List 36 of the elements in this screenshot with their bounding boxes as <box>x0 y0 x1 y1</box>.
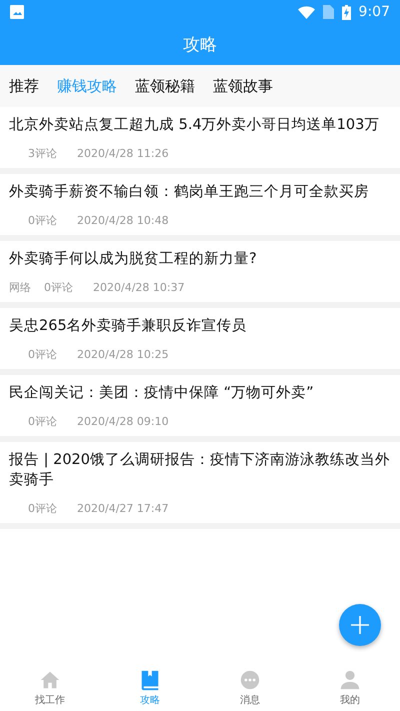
nav-tab[interactable]: 消息 <box>200 665 300 711</box>
comment-count: 0评论 <box>28 501 57 516</box>
comment-count: 0评论 <box>28 414 57 429</box>
nav-tab[interactable]: 找工作 <box>0 665 100 711</box>
article-time: 2020/4/28 09:10 <box>77 415 169 428</box>
article-title: 外卖骑手何以成为脱贫工程的新力量? <box>9 250 258 269</box>
comment-count: 0评论 <box>28 213 57 228</box>
book-icon <box>139 669 161 691</box>
article-time: 2020/4/28 10:25 <box>77 348 169 361</box>
category-tab[interactable]: 蓝领故事 <box>213 76 273 96</box>
home-icon <box>39 669 61 691</box>
article-time: 2020/4/28 11:26 <box>77 147 169 160</box>
article-title: 报告 | 2020饿了么调研报告：疫情下济南游泳教练改当外卖骑手 <box>9 450 391 490</box>
page-title: 攻略 <box>183 34 217 56</box>
no-sim-icon <box>322 5 334 19</box>
comment-count: 3评论 <box>28 146 57 161</box>
comment-count: 0评论 <box>44 280 73 295</box>
category-tab[interactable]: 推荐 <box>9 76 39 96</box>
article-time: 2020/4/27 17:47 <box>77 502 169 515</box>
article-title: 吴忠265名外卖骑手兼职反诈宣传员 <box>9 316 248 336</box>
image-icon <box>10 5 24 19</box>
article-source: 网络 <box>9 280 31 295</box>
comment-count: 0评论 <box>28 347 57 362</box>
article-time: 2020/4/28 10:37 <box>93 281 185 294</box>
article-time: 2020/4/28 10:48 <box>77 214 169 227</box>
wifi-icon <box>298 6 315 18</box>
category-tab[interactable]: 蓝领秘籍 <box>135 76 195 96</box>
status-time: 9:07 <box>358 4 390 20</box>
article-title: 外卖骑手薪资不输白领：鹤岗单王跑三个月可全款买房 <box>9 182 370 202</box>
person-icon <box>339 669 361 691</box>
plus-icon <box>350 615 370 635</box>
nav-tab[interactable]: 我的 <box>300 665 400 711</box>
chat-icon <box>239 669 261 691</box>
article-title: 北京外卖站点复工超九成 5.4万外卖小哥日均送单103万 <box>9 116 380 135</box>
article-title: 民企闯关记：美团：疫情中保障 “万物可外卖” <box>9 384 315 403</box>
battery-charging-icon <box>342 4 351 20</box>
